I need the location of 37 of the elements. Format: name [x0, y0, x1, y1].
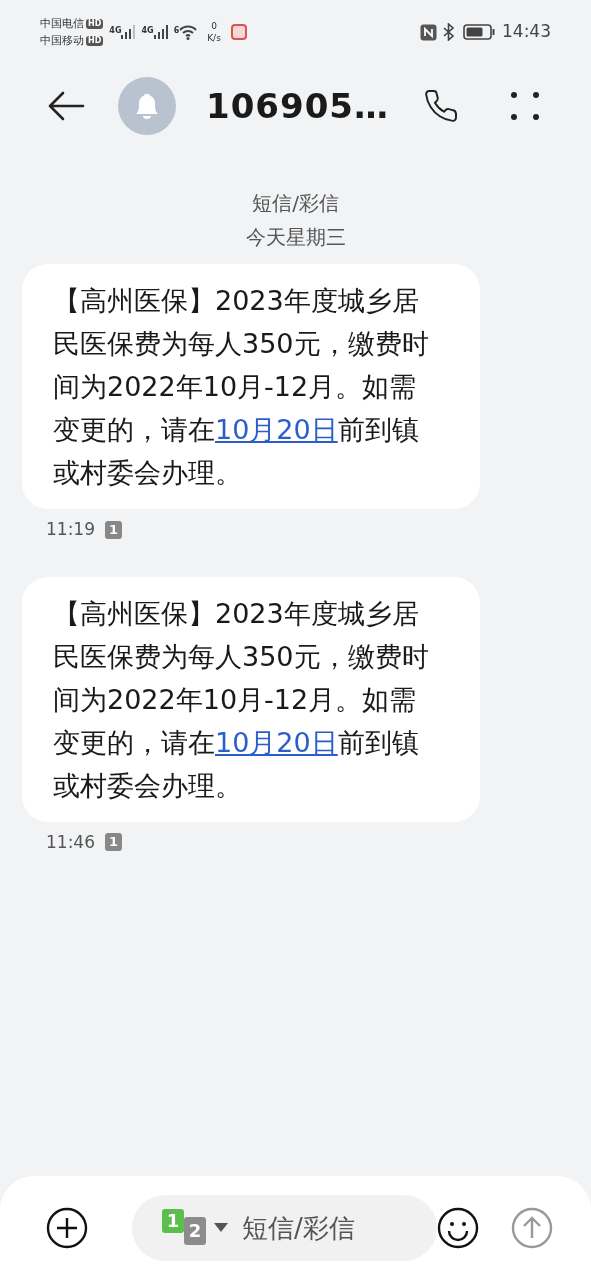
speed-unit: K/s	[207, 32, 221, 44]
battery-icon	[463, 24, 495, 40]
sim-badge: 1	[105, 833, 123, 852]
carrier-name: 中国移动	[40, 33, 84, 49]
carrier-name: 中国电信	[40, 16, 84, 32]
network-type: 4G	[109, 25, 122, 37]
add-button[interactable]	[46, 1207, 88, 1249]
nfc-icon	[420, 23, 437, 41]
signal-icon	[121, 25, 136, 39]
wifi-icon	[179, 24, 198, 40]
clock: 14:43	[502, 20, 551, 44]
message-input[interactable]: 1 2 短信/彩信	[132, 1195, 437, 1261]
sim-two-badge[interactable]: 2	[184, 1217, 206, 1245]
message-field[interactable]: 短信/彩信	[242, 1208, 422, 1248]
bell-icon	[118, 77, 176, 135]
send-button[interactable]	[511, 1207, 553, 1249]
bluetooth-icon	[443, 23, 455, 41]
date-link[interactable]: 10月20日	[215, 414, 338, 445]
hd-badge: HD	[86, 35, 104, 46]
channel-label: 短信/彩信	[252, 190, 339, 217]
emoji-button[interactable]	[437, 1207, 479, 1249]
sim-badge: 1	[105, 520, 123, 539]
signal-icon	[153, 25, 168, 39]
network-type: 4G	[141, 25, 154, 37]
date-link[interactable]: 10月20日	[215, 726, 338, 758]
speed-value: 0	[211, 20, 217, 32]
wifi-standard: 6	[173, 24, 180, 37]
message-text: 【高州医保】2023年度城乡居民医保费为每人350元，缴费时间为2022年10月-12月。如需变更的，请在10月20日前到镇或村委会办理。	[53, 284, 430, 490]
date-label: 今天星期三	[245, 224, 346, 251]
caret-icon[interactable]	[214, 1223, 228, 1233]
message-time: 11:19	[46, 518, 95, 541]
message-time: 11:46	[46, 830, 95, 854]
sim-one-badge[interactable]: 1	[162, 1209, 184, 1233]
message-text: 【高州医保】2023年度城乡居民医保费为每人350元，缴费时间为2022年10月-12月。如需变更的，请在10月20日前到镇或村委会办理。	[53, 596, 430, 803]
contact-number: 106905…	[206, 84, 389, 128]
notification-icon	[230, 24, 247, 40]
hd-badge: HD	[86, 18, 104, 29]
